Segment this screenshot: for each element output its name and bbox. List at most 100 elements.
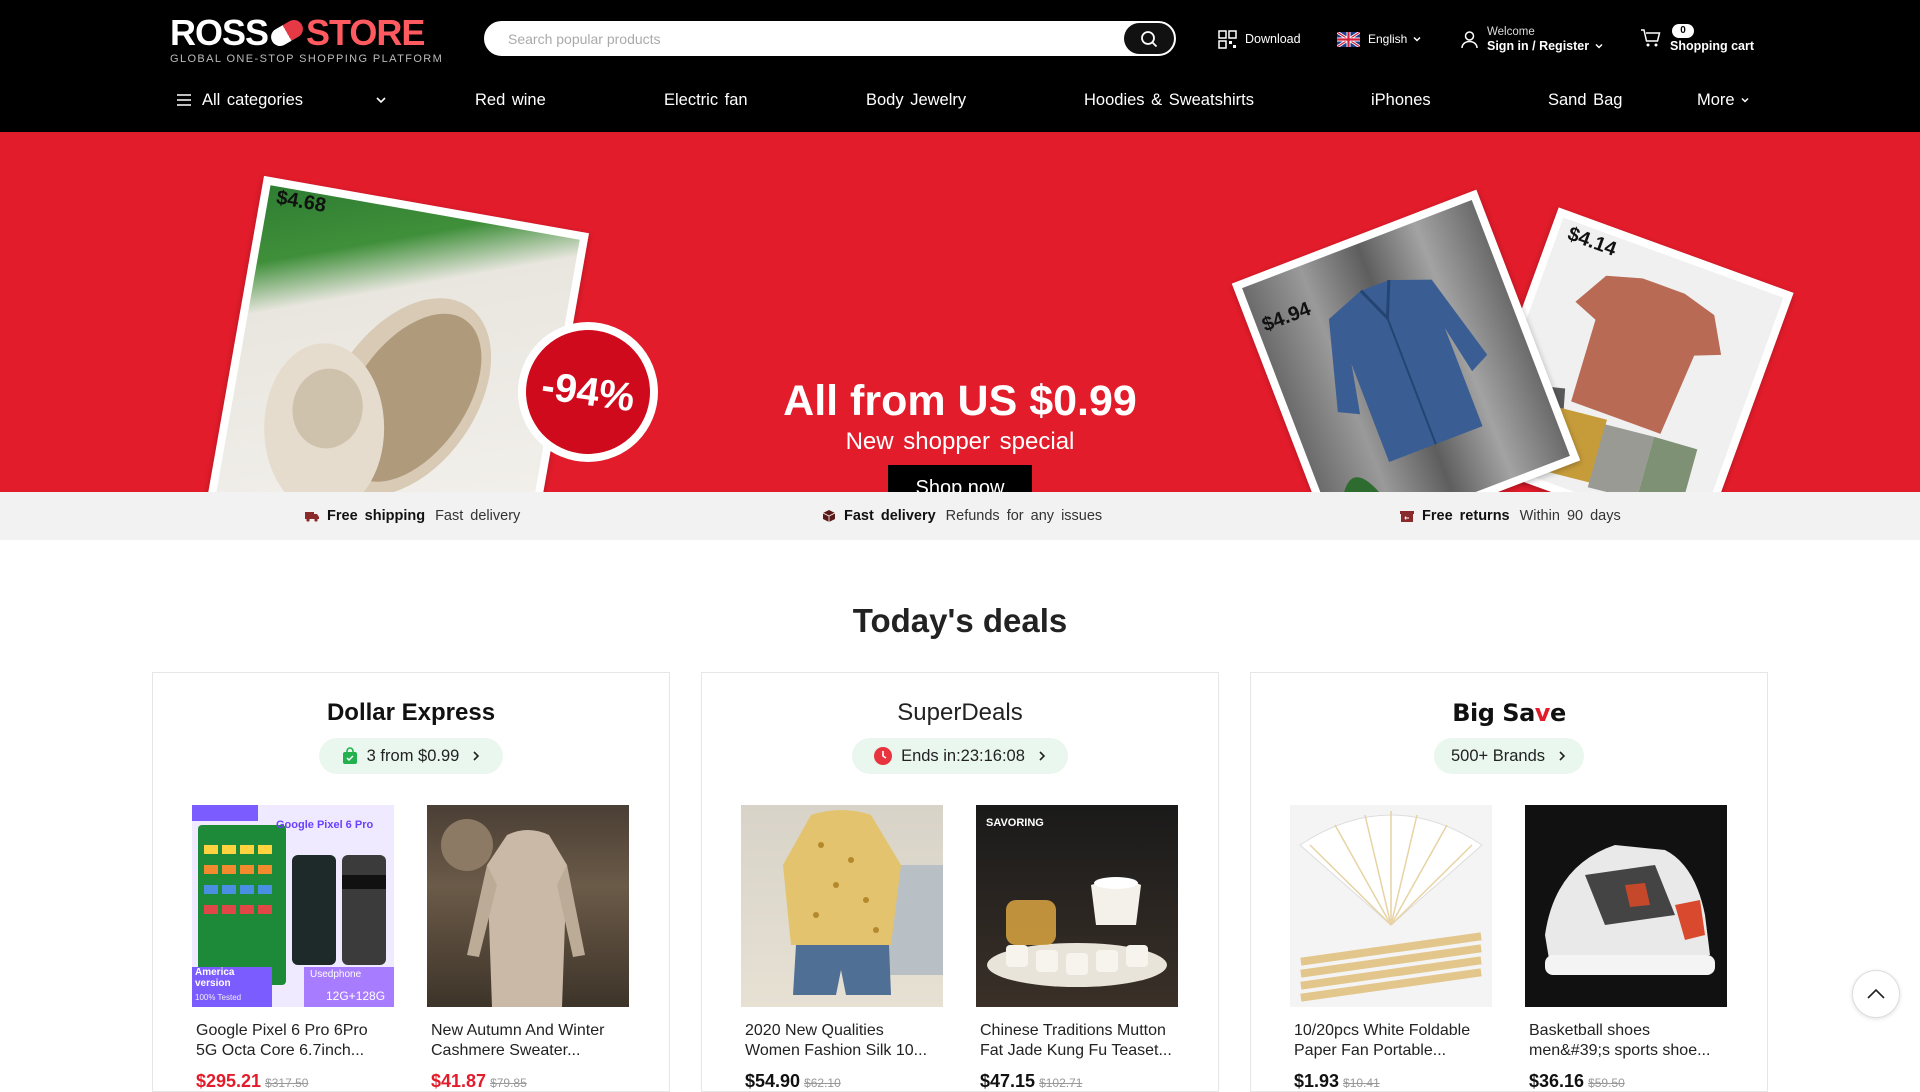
product-name[interactable]: Chinese Traditions Mutton Fat Jade Kung … [976, 1021, 1178, 1061]
cart-label: Shopping cart [1670, 39, 1755, 53]
chevron-down-icon [376, 97, 386, 104]
nav-more-dropdown[interactable]: More [1697, 82, 1751, 118]
chevron-down-icon [1595, 43, 1603, 49]
nav-category-body-jewelry[interactable]: Body Jewelry [866, 82, 966, 118]
clock-icon [874, 747, 893, 765]
product-card[interactable]: Google Pixel 6 Pro America version 100% … [192, 805, 394, 1092]
benefit-text: Fast delivery [435, 508, 521, 524]
nav-category-iphones[interactable]: iPhones [1371, 82, 1431, 118]
benefit-title: Free shipping [327, 508, 426, 524]
welcome-label: Welcome [1487, 26, 1535, 38]
nav-category-hoodies[interactable]: Hoodies & Sweatshirts [1084, 82, 1254, 118]
overlay-brand: SAVORING [986, 817, 1044, 829]
dollar-express-pill[interactable]: 3 from $0.99 [319, 738, 503, 774]
original-price: $317.50 [265, 1076, 309, 1090]
discount-label: -94% [517, 321, 659, 463]
product-name[interactable]: 2020 New Qualities Women Fashion Silk 10… [741, 1021, 943, 1061]
product-name[interactable]: New Autumn And Winter Cashmere Sweater..… [427, 1021, 629, 1061]
todays-deals-heading: Today's deals [852, 602, 1068, 639]
language-label: English [1368, 32, 1408, 46]
logo-pill-icon [267, 16, 307, 50]
product-image-google-pixel[interactable]: Google Pixel 6 Pro America version 100% … [192, 805, 394, 1007]
nav-category-red-wine[interactable]: Red wine [475, 82, 546, 118]
overlay-version: America version [195, 967, 235, 989]
language-selector[interactable]: English [1337, 22, 1423, 56]
account-menu[interactable]: Welcome Sign in / Register [1460, 22, 1605, 56]
product-image-basketball-shoes[interactable] [1525, 805, 1727, 1007]
product-name[interactable]: Basketball shoes men&#39;s sports shoe..… [1525, 1021, 1727, 1061]
product-price: $36.16 $59.50 [1525, 1071, 1727, 1092]
product-image-silk-blouse[interactable] [741, 805, 943, 1007]
logo-tagline: GLOBAL ONE-STOP SHOPPING PLATFORM [170, 53, 444, 65]
deal-card-title[interactable]: Dollar Express [153, 699, 669, 727]
product-name[interactable]: Google Pixel 6 Pro 6Pro 5G Octa Core 6.7… [192, 1021, 394, 1061]
product-card[interactable]: SAVORING Chinese Traditions Mutton Fat J… [976, 805, 1178, 1092]
product-image-teaset[interactable]: SAVORING [976, 805, 1178, 1007]
site-logo[interactable]: ROSS STORE GLOBAL ONE-STOP SHOPPING PLAT… [170, 12, 444, 68]
nav-category-sand-bag[interactable]: Sand Bag [1548, 82, 1622, 118]
top-header: ROSS STORE GLOBAL ONE-STOP SHOPPING PLAT… [0, 0, 1920, 132]
denim-jacket-image [1328, 279, 1488, 492]
search-input[interactable] [508, 23, 1088, 54]
shopping-cart[interactable]: 0 Shopping cart [1640, 22, 1754, 56]
big-save-text-accent: v [1534, 699, 1551, 727]
chevron-right-icon [1559, 751, 1566, 761]
logo-text-primary: ROSS [170, 12, 269, 53]
current-price: $47.15 [980, 1071, 1036, 1091]
product-image-paper-fan[interactable] [1290, 805, 1492, 1007]
original-price: $10.41 [1343, 1076, 1380, 1090]
deal-card-title[interactable]: SuperDeals [702, 699, 1218, 727]
big-save-text-a: Big Sa [1452, 699, 1535, 727]
hero-product-photo-shoes[interactable]: $4.68 [204, 175, 590, 492]
blouse-image [783, 810, 943, 995]
chevron-up-icon [1867, 988, 1885, 999]
benefit-free-returns: Free returns Within 90 days [1400, 492, 1621, 540]
teaset-image [987, 877, 1167, 987]
back-to-top-button[interactable] [1852, 970, 1900, 1018]
hero-banner[interactable]: $4.68 -94% All from US $0.99 New shopper… [0, 132, 1920, 492]
overlay-tested: 100% Tested [195, 993, 242, 1002]
deal-card-big-save: Big Save 500+ Brands 10/20pcs White Fold… [1250, 672, 1768, 1092]
product-card[interactable]: 2020 New Qualities Women Fashion Silk 10… [741, 805, 943, 1092]
truck-icon [305, 512, 319, 522]
benefit-title: Fast delivery [844, 508, 936, 524]
product-price: $295.21 $317.50 [192, 1071, 394, 1092]
product-image-cashmere-sweater[interactable] [427, 805, 629, 1007]
countdown-label: Ends in:23:16:08 [901, 746, 1025, 765]
pill-label: 500+ Brands [1450, 746, 1546, 765]
product-card[interactable]: New Autumn And Winter Cashmere Sweater..… [427, 805, 629, 1092]
current-price: $295.21 [196, 1071, 262, 1091]
all-categories-dropdown[interactable]: All categories [176, 82, 388, 118]
discount-badge: -94% [517, 321, 659, 463]
sweater-dress-image [441, 819, 585, 1007]
search-button[interactable] [1124, 23, 1174, 54]
original-price: $59.50 [1588, 1076, 1625, 1090]
download-label: Download [1245, 32, 1301, 46]
user-icon [1461, 30, 1478, 48]
big-save-logo[interactable]: Big Save [1251, 699, 1767, 727]
box-icon [822, 510, 836, 522]
menu-icon [177, 94, 191, 106]
brands-pill[interactable]: 500+ Brands [1434, 738, 1584, 774]
signin-register-link[interactable]: Sign in / Register [1487, 39, 1589, 53]
hero-subtitle: New shopper special [845, 428, 1075, 455]
chevron-right-icon [473, 751, 480, 761]
original-price: $79.85 [490, 1076, 527, 1090]
product-card[interactable]: 10/20pcs White Foldable Paper Fan Portab… [1290, 805, 1492, 1092]
deal-card-dollar-express: Dollar Express 3 from $0.99 Google Pixel… [152, 672, 670, 1092]
shop-now-button[interactable]: Shop now [888, 465, 1032, 492]
chevron-down-icon [1413, 36, 1421, 42]
product-card[interactable]: Basketball shoes men&#39;s sports shoe..… [1525, 805, 1727, 1092]
search-bar [484, 21, 1176, 56]
original-price: $102.71 [1039, 1076, 1083, 1090]
category-nav: All categories Red wine Electric fan Bod… [0, 82, 1920, 118]
product-name[interactable]: 10/20pcs White Foldable Paper Fan Portab… [1290, 1021, 1492, 1061]
nav-category-electric-fan[interactable]: Electric fan [664, 82, 748, 118]
superdeals-countdown-pill[interactable]: Ends in:23:16:08 [852, 738, 1068, 774]
return-box-icon [1400, 510, 1414, 522]
uk-flag-icon [1337, 31, 1360, 47]
hero-product-photo-jacket[interactable]: $4.94 [1231, 189, 1581, 492]
overlay-used: Usedphone [310, 969, 362, 980]
pill-label: 3 from $0.99 [366, 746, 460, 765]
download-link[interactable]: Download [1218, 22, 1301, 56]
